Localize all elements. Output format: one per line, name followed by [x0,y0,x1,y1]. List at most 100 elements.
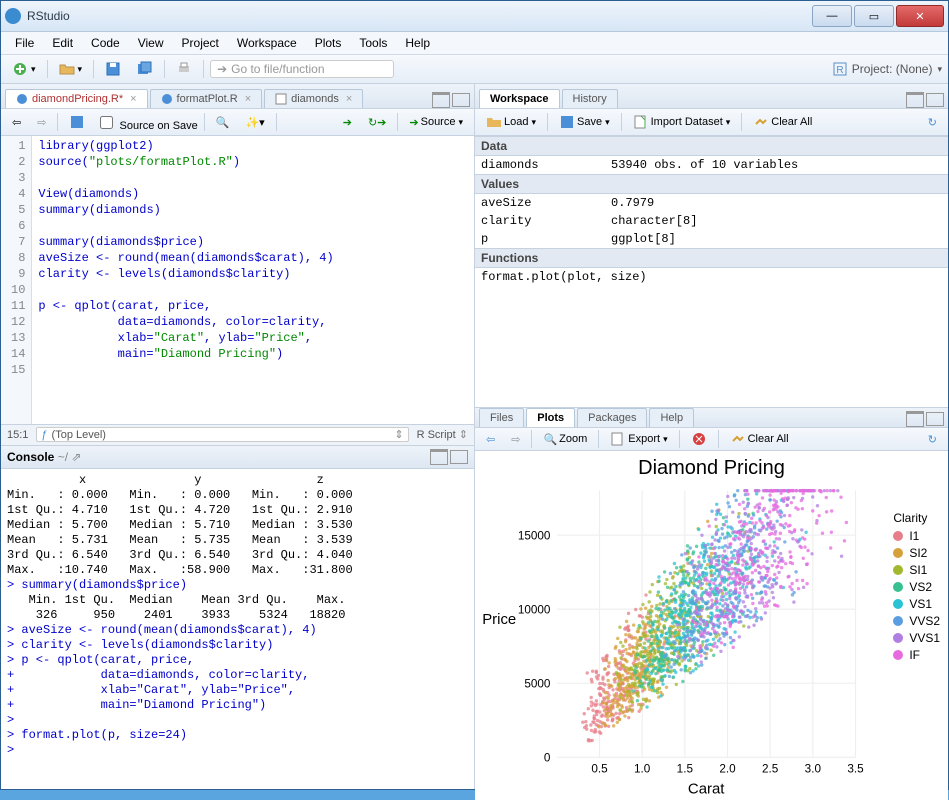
source-on-save-checkbox[interactable]: Source on Save [96,113,197,132]
wand-button[interactable]: ✨▾ [240,113,269,132]
zoom-button[interactable]: 🔍Zoom [538,430,592,449]
rerun-button[interactable]: ↻➔ [363,113,391,132]
language-selector[interactable]: R Script ⇕ [417,428,468,441]
console-tab[interactable]: Console [7,450,54,464]
menu-edit[interactable]: Edit [44,34,81,52]
workspace-row[interactable]: diamonds53940 obs. of 10 variables [475,156,948,174]
cursor-position: 15:1 [7,429,28,441]
plot-prev-button[interactable]: ⇦ [481,430,500,449]
close-button[interactable]: ✕ [896,5,944,27]
plot-next-button[interactable]: ⇨ [506,430,525,449]
goto-arrow-icon: ➔ [217,62,227,76]
svg-text:0.5: 0.5 [591,763,608,776]
clear-plots-button[interactable]: Clear All [725,428,794,450]
save-all-button[interactable] [132,58,158,80]
tab-history[interactable]: History [562,89,618,108]
workspace-row[interactable]: pggplot[8] [475,230,948,248]
workspace-row[interactable]: aveSize0.7979 [475,194,948,212]
code-area[interactable]: library(ggplot2)source("plots/formatPlot… [32,136,474,424]
menu-workspace[interactable]: Workspace [229,34,305,52]
source-button[interactable]: ➔ Source ▾ [404,113,468,132]
pane-minimize-icon[interactable] [432,92,450,108]
maximize-button[interactable]: ▭ [854,5,894,27]
refresh-button[interactable]: ↻ [923,113,942,132]
project-menu[interactable]: RProject: (None)▾ [832,61,942,77]
workspace-table: Datadiamonds53940 obs. of 10 variablesVa… [475,136,948,407]
import-dataset-button[interactable]: Import Dataset▾ [628,111,736,133]
pane-minimize-icon[interactable] [906,411,924,427]
source-statusbar: 15:1 ƒ(Top Level)⇕ R Script ⇕ [1,424,474,445]
legend-item: SI1 [893,563,940,577]
clear-all-button[interactable]: Clear All [748,111,817,133]
tab-close-icon[interactable]: × [346,93,352,105]
menu-help[interactable]: Help [397,34,438,52]
tab-plots[interactable]: Plots [526,408,575,427]
legend-item: VVS1 [893,631,940,645]
pane-maximize-icon[interactable] [452,93,470,107]
titlebar[interactable]: RStudio — ▭ ✕ [1,1,948,32]
svg-text:5000: 5000 [524,678,551,691]
svg-text:15000: 15000 [518,530,551,543]
plot-legend: Clarity I1SI2SI1VS2VS1VVS2VVS1IF [893,511,940,665]
pane-maximize-icon[interactable] [450,450,468,464]
workspace-tabbar: Workspace History [475,84,948,109]
svg-text:1.5: 1.5 [677,763,694,776]
svg-text:2.5: 2.5 [762,763,779,776]
new-file-button[interactable]: ▾ [7,58,41,80]
svg-text:0: 0 [544,752,551,765]
refresh-plot-button[interactable]: ↻ [923,430,942,449]
svg-text:10000: 10000 [518,604,551,617]
save-ws-button[interactable]: Save▾ [554,111,615,133]
console-output[interactable]: x y z Min. : 0.000 Min. : 0.000 Min. : 0… [1,469,474,789]
pane-maximize-icon[interactable] [926,93,944,107]
tab-format-plot[interactable]: formatPlot.R× [150,89,263,108]
window-title: RStudio [27,9,812,23]
console-path-arrow-icon[interactable]: ⇗ [71,450,81,464]
workspace-row[interactable]: claritycharacter[8] [475,212,948,230]
tab-close-icon[interactable]: × [245,93,251,105]
tab-files[interactable]: Files [479,408,524,427]
tab-close-icon[interactable]: × [130,93,136,105]
plots-toolbar: ⇦ ⇨ 🔍Zoom Export▾ Clear All ↻ [475,428,948,451]
code-editor[interactable]: 123456789101112131415 library(ggplot2)so… [1,136,474,424]
menu-project[interactable]: Project [174,34,227,52]
legend-item: VS1 [893,597,940,611]
svg-text:3.0: 3.0 [805,763,822,776]
pane-minimize-icon[interactable] [906,92,924,108]
workspace-toolbar: Load▾ Save▾ Import Dataset▾ Clear All ↻ [475,109,948,136]
remove-plot-button[interactable] [686,428,712,450]
app-window: RStudio — ▭ ✕ File Edit Code View Projec… [0,0,949,790]
tab-workspace[interactable]: Workspace [479,89,560,108]
save-button[interactable] [100,58,126,80]
load-button[interactable]: Load▾ [481,111,541,133]
pane-minimize-icon[interactable] [430,449,448,465]
tab-diamond-pricing[interactable]: diamondPricing.R*× [5,89,148,108]
plot-title: Diamond Pricing [475,451,948,480]
open-file-button[interactable]: ▾ [54,58,88,80]
tab-help[interactable]: Help [649,408,694,427]
back-button[interactable]: ⇦ [7,113,26,132]
export-button[interactable]: Export▾ [605,428,672,450]
menu-view[interactable]: View [130,34,172,52]
run-button[interactable]: ➔ [338,113,357,132]
svg-text:1.0: 1.0 [634,763,651,776]
scope-selector[interactable]: ƒ(Top Level)⇕ [36,427,408,442]
pane-maximize-icon[interactable] [926,412,944,426]
save-source-button[interactable] [64,111,90,133]
menu-plots[interactable]: Plots [307,34,350,52]
forward-button[interactable]: ⇨ [32,113,51,132]
minimize-button[interactable]: — [812,5,852,27]
menu-code[interactable]: Code [83,34,128,52]
goto-file-input[interactable]: ➔Go to file/function [210,60,394,78]
legend-item: SI2 [893,546,940,560]
tab-packages[interactable]: Packages [577,408,647,427]
workspace-row[interactable]: format.plot(plot, size) [475,268,948,286]
tab-diamonds[interactable]: diamonds× [264,89,363,108]
menu-tools[interactable]: Tools [351,34,395,52]
legend-item: VVS2 [893,614,940,628]
print-button[interactable] [171,58,197,80]
menu-file[interactable]: File [7,34,42,52]
find-button[interactable]: 🔍 [211,113,235,132]
scatter-plot: 0.51.01.52.02.53.03.5050001000015000Cara… [475,480,948,800]
svg-text:3.5: 3.5 [847,763,864,776]
